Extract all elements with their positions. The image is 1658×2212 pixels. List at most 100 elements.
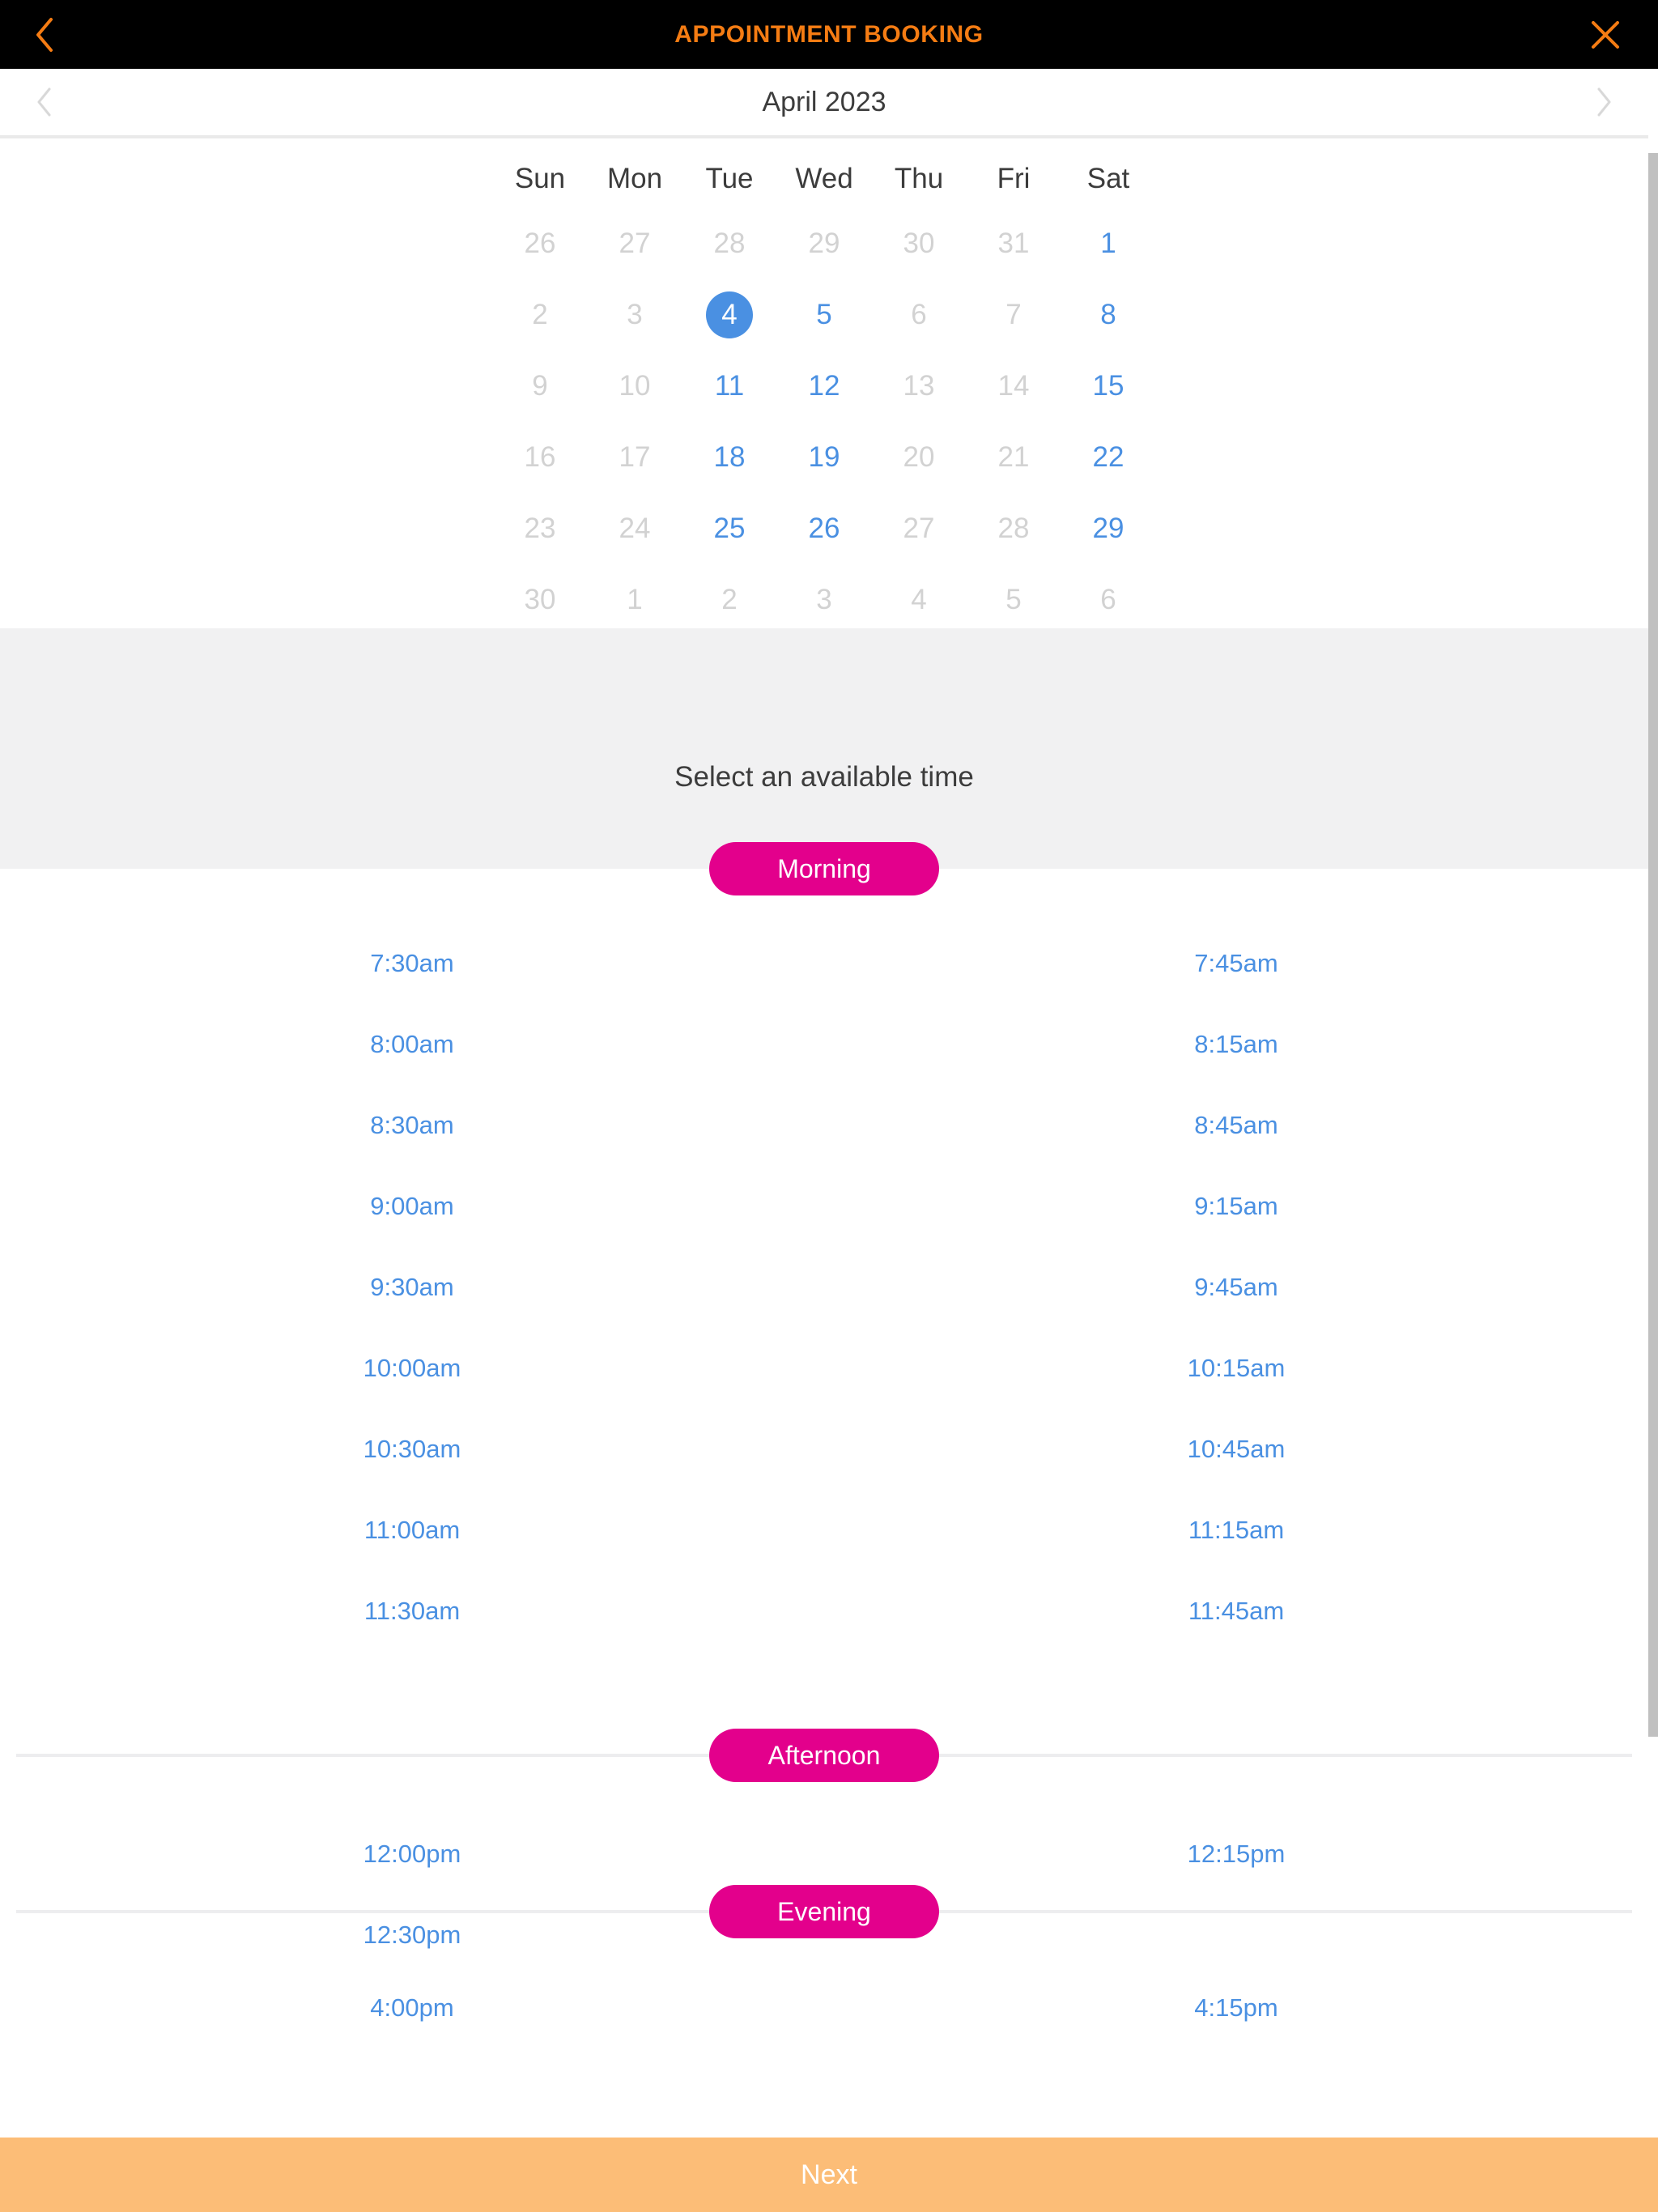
- calendar-day-cell: 16: [493, 422, 588, 493]
- scrollbar-track[interactable]: [1648, 69, 1658, 2212]
- day-of-week-tue: Tue: [705, 163, 754, 194]
- time-slot-row: 7:30am 7:45am: [0, 923, 1648, 1004]
- calendar-day-cell: 27: [872, 493, 967, 564]
- calendar-day-cell[interactable]: 15: [1061, 351, 1156, 422]
- calendar-day-cell[interactable]: 22: [1061, 422, 1156, 493]
- time-section-header-morning: Morning: [0, 842, 1648, 895]
- calendar-day-label: 1: [1100, 228, 1116, 259]
- calendar-day-label: 22: [1092, 441, 1124, 473]
- calendar-day-label: 15: [1092, 370, 1124, 402]
- time-slot[interactable]: 7:30am: [0, 923, 824, 1004]
- time-slot[interactable]: 10:45am: [824, 1409, 1648, 1490]
- calendar-day-label: 12: [808, 370, 840, 402]
- time-slot[interactable]: 8:15am: [824, 1004, 1648, 1085]
- time-slot[interactable]: 11:00am: [0, 1490, 824, 1571]
- calendar-day-label: 26: [524, 228, 556, 259]
- day-of-week-sat: Sat: [1086, 163, 1130, 194]
- time-slot[interactable]: 10:00am: [0, 1328, 824, 1409]
- time-slot[interactable]: 8:00am: [0, 1004, 824, 1085]
- close-icon: [1592, 20, 1619, 49]
- day-of-week-thu: Thu: [894, 163, 944, 194]
- time-section-header-evening: Evening: [0, 1885, 1648, 1938]
- next-month-button[interactable]: [1559, 69, 1648, 135]
- time-slot[interactable]: 4:00pm: [0, 1967, 824, 2048]
- calendar-month-header: April 2023: [0, 69, 1648, 138]
- scrollbar-thumb[interactable]: [1648, 153, 1658, 1737]
- chevron-left-icon: [36, 17, 53, 52]
- time-slot[interactable]: 9:00am: [0, 1166, 824, 1247]
- calendar-day-cell: 2: [682, 564, 777, 636]
- calendar-day-cell: 2: [493, 279, 588, 351]
- calendar-day-label: 20: [903, 441, 935, 473]
- calendar-day-label: 6: [911, 299, 927, 330]
- time-slot[interactable]: 4:15pm: [824, 1967, 1648, 2048]
- month-label: April 2023: [762, 86, 886, 117]
- calendar-day-label: 1: [627, 584, 643, 615]
- calendar-day-label: 19: [808, 441, 840, 473]
- chevron-right-icon: [1597, 87, 1611, 117]
- calendar-day-label: 21: [997, 441, 1030, 473]
- time-slot[interactable]: 8:30am: [0, 1085, 824, 1166]
- time-slot[interactable]: 10:30am: [0, 1409, 824, 1490]
- page-title: APPOINTMENT BOOKING: [674, 20, 984, 48]
- time-section-pill[interactable]: Morning: [709, 842, 939, 895]
- day-of-week-fri: Fri: [997, 163, 1031, 194]
- calendar-day-label: 2: [532, 299, 548, 330]
- time-slot[interactable]: 12:00pm: [0, 1814, 824, 1895]
- calendar-day-label: 4: [911, 584, 927, 615]
- time-slot-row: 11:30am 11:45am: [0, 1571, 1648, 1652]
- calendar-day-cell[interactable]: 25: [682, 493, 777, 564]
- select-time-heading: Select an available time: [674, 761, 974, 793]
- time-section-pill[interactable]: Evening: [709, 1885, 939, 1938]
- time-slot-row: 4:00pm 4:15pm: [0, 1967, 1648, 2048]
- calendar-week-row: 9 10 11 12 13 14 15: [0, 351, 1648, 422]
- calendar-day-label: 2: [721, 584, 738, 615]
- back-button[interactable]: [0, 0, 89, 69]
- time-slot[interactable]: 9:45am: [824, 1247, 1648, 1328]
- calendar-day-label: 29: [808, 228, 840, 259]
- calendar-day-cell: 24: [588, 493, 682, 564]
- calendar-day-cell: 17: [588, 422, 682, 493]
- calendar-day-label: 30: [524, 584, 556, 615]
- calendar-day-cell[interactable]: 18: [682, 422, 777, 493]
- calendar-day-selected[interactable]: 4: [706, 291, 753, 338]
- time-slot[interactable]: 10:15am: [824, 1328, 1648, 1409]
- time-slot[interactable]: 11:15am: [824, 1490, 1648, 1571]
- chevron-left-icon: [37, 87, 51, 117]
- time-section-header-afternoon: Afternoon: [0, 1729, 1648, 1782]
- prev-month-button[interactable]: [0, 69, 89, 135]
- calendar-day-label: 6: [1100, 584, 1116, 615]
- calendar-day-cell[interactable]: 29: [1061, 493, 1156, 564]
- calendar-day-cell[interactable]: 19: [777, 422, 872, 493]
- calendar-day-cell[interactable]: 1: [1061, 208, 1156, 279]
- time-slot[interactable]: 9:30am: [0, 1247, 824, 1328]
- time-slot-row: 10:00am 10:15am: [0, 1328, 1648, 1409]
- calendar-day-cell[interactable]: 5: [777, 279, 872, 351]
- calendar-week-row: 16 17 18 19 20 21 22: [0, 422, 1648, 493]
- time-slot[interactable]: 11:30am: [0, 1571, 824, 1652]
- calendar-day-cell[interactable]: 12: [777, 351, 872, 422]
- time-slot[interactable]: 9:15am: [824, 1166, 1648, 1247]
- calendar-day-label: 8: [1100, 299, 1116, 330]
- calendar-day-cell[interactable]: 4: [682, 279, 777, 351]
- time-slot[interactable]: 8:45am: [824, 1085, 1648, 1166]
- calendar-week-row: 23 24 25 26 27 28 29: [0, 493, 1648, 564]
- time-section-pill[interactable]: Afternoon: [709, 1729, 939, 1782]
- calendar-day-label: 31: [997, 228, 1030, 259]
- close-button[interactable]: [1561, 0, 1650, 69]
- time-slot[interactable]: 12:15pm: [824, 1814, 1648, 1895]
- calendar-day-cell[interactable]: 26: [777, 493, 872, 564]
- calendar-day-cell[interactable]: 8: [1061, 279, 1156, 351]
- calendar-day-cell: 10: [588, 351, 682, 422]
- time-slot[interactable]: 7:45am: [824, 923, 1648, 1004]
- calendar-day-label: 25: [713, 513, 746, 544]
- calendar-day-label: 30: [903, 228, 935, 259]
- calendar-day-label: 27: [903, 513, 935, 544]
- time-slot-row: 12:00pm 12:15pm: [0, 1814, 1648, 1895]
- time-slot-row: 9:00am 9:15am: [0, 1166, 1648, 1247]
- next-button[interactable]: Next: [0, 2138, 1658, 2212]
- calendar-day-cell[interactable]: 11: [682, 351, 777, 422]
- time-slot[interactable]: 11:45am: [824, 1571, 1648, 1652]
- calendar-day-label: 7: [1005, 299, 1022, 330]
- calendar-day-cell: 29: [777, 208, 872, 279]
